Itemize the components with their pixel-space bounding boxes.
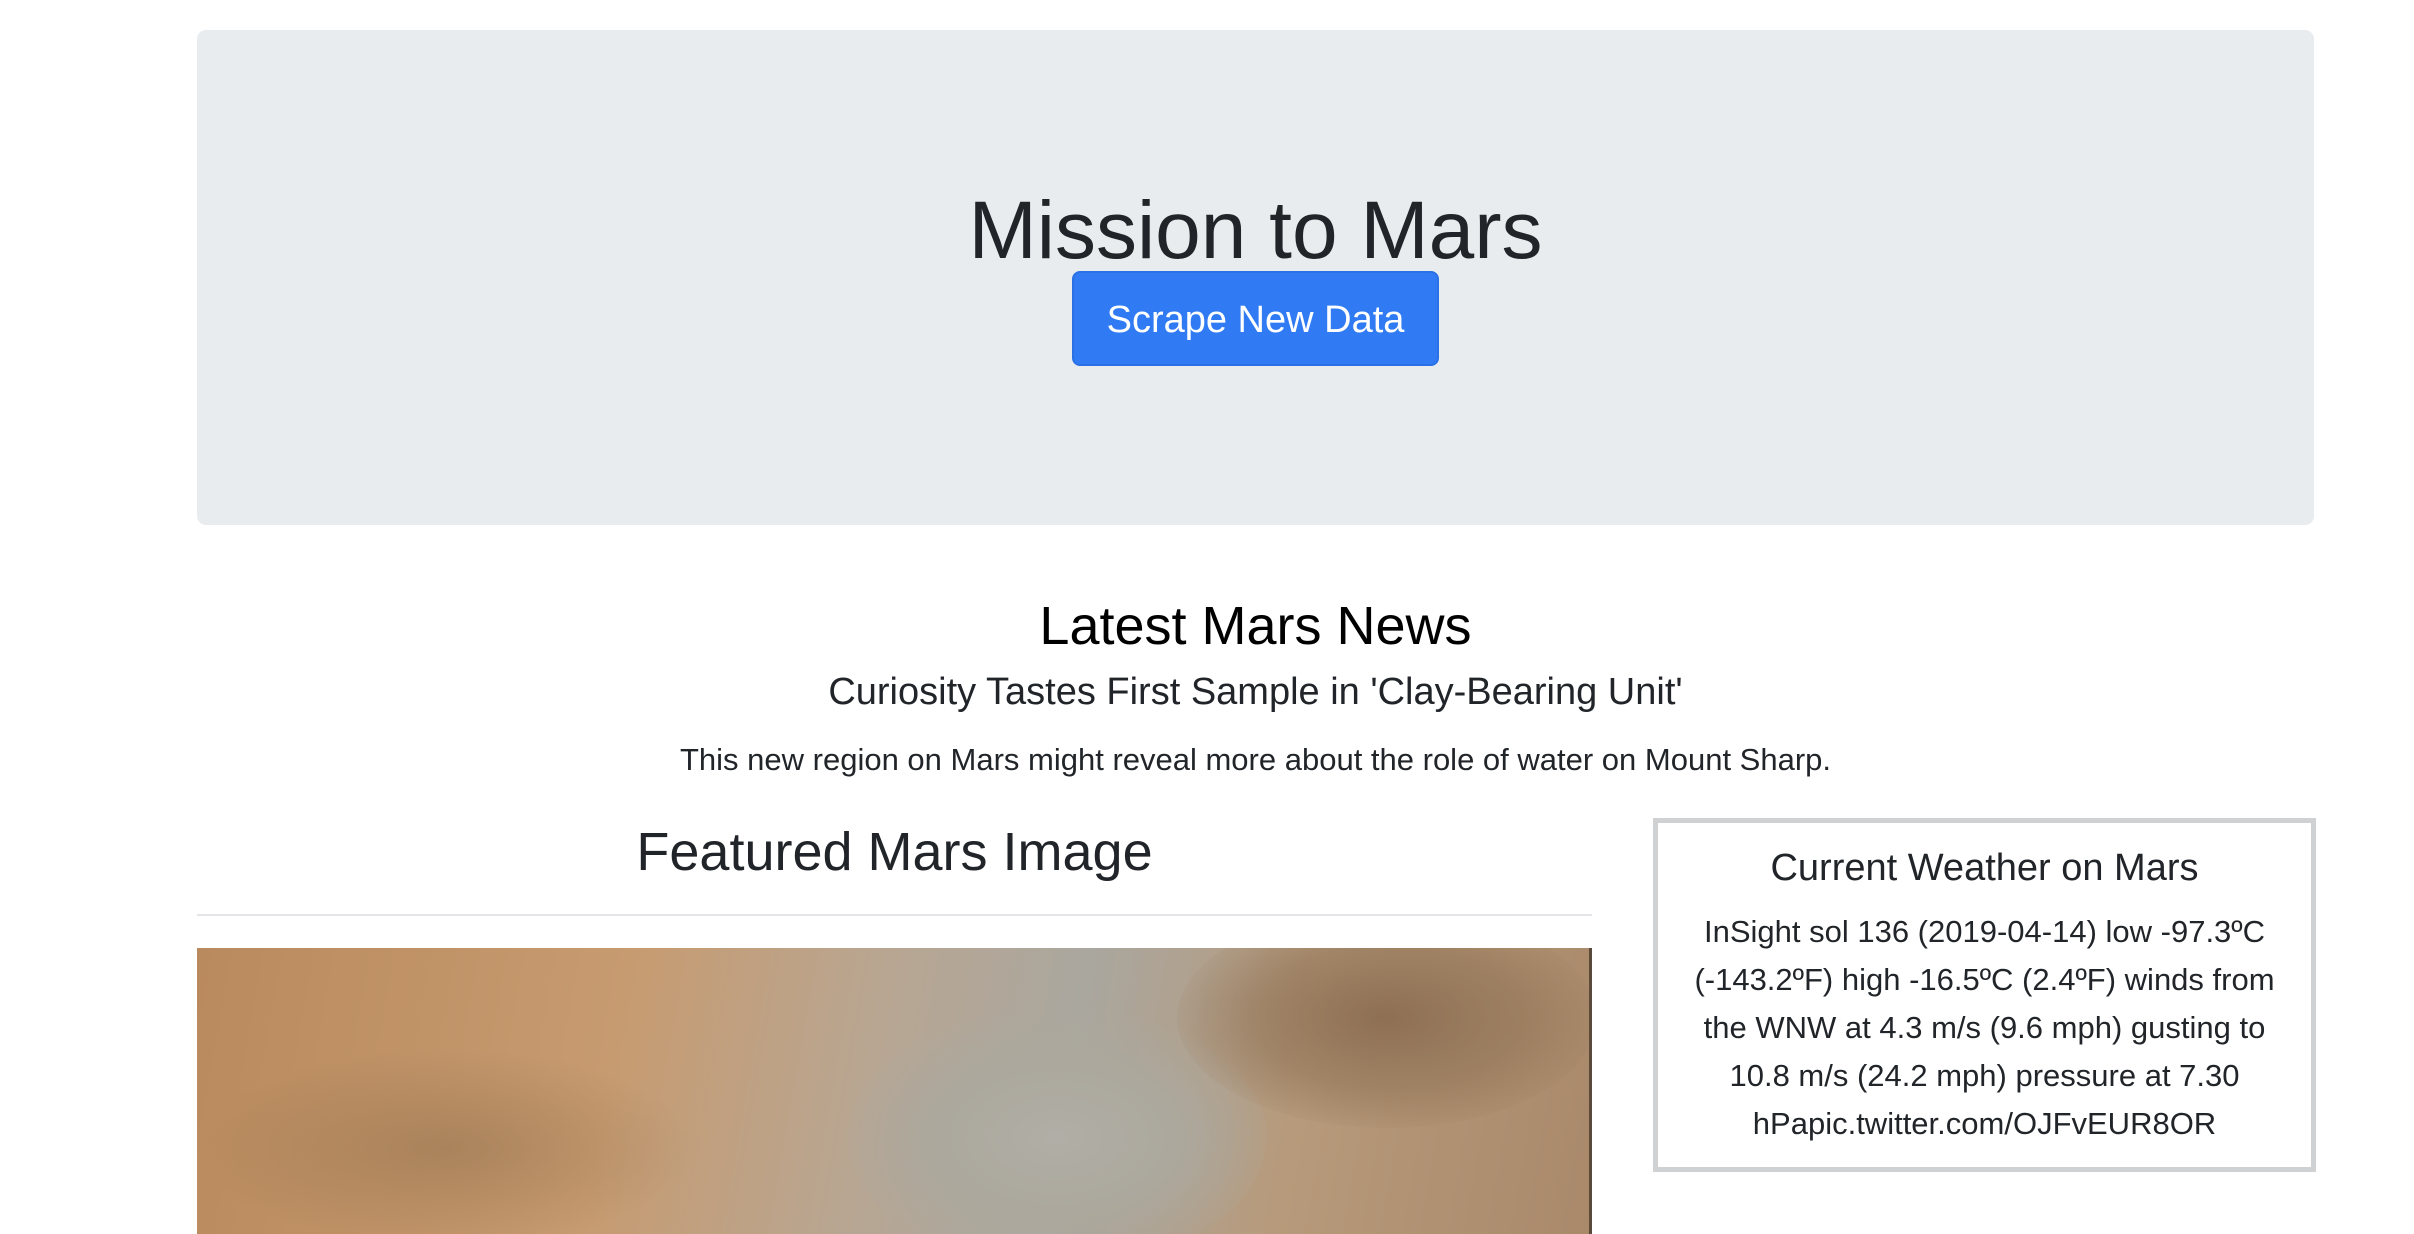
weather-heading: Current Weather on Mars <box>1770 847 2199 889</box>
weather-text: InSight sol 136 (2019-04-14) low -97.3ºC… <box>1694 913 2275 1141</box>
page-title: Mission to Mars <box>968 185 1543 276</box>
image-terrain-shade <box>197 1048 697 1234</box>
news-teaser: This new region on Mars might reveal mor… <box>679 742 1832 777</box>
featured-image-heading: Featured Mars Image <box>636 822 1153 882</box>
news-section-heading: Latest Mars News <box>1039 596 1472 656</box>
image-edge <box>1589 948 1592 1234</box>
weather-panel: Current Weather on Mars InSight sol 136 … <box>1653 818 2316 1172</box>
section-divider <box>197 914 1592 916</box>
featured-mars-image <box>197 948 1592 1234</box>
news-title: Curiosity Tastes First Sample in 'Clay-B… <box>828 671 1683 713</box>
jumbotron-header: Mission to Mars Scrape New Data <box>197 30 2314 525</box>
scrape-new-data-button[interactable]: Scrape New Data <box>1072 271 1439 366</box>
